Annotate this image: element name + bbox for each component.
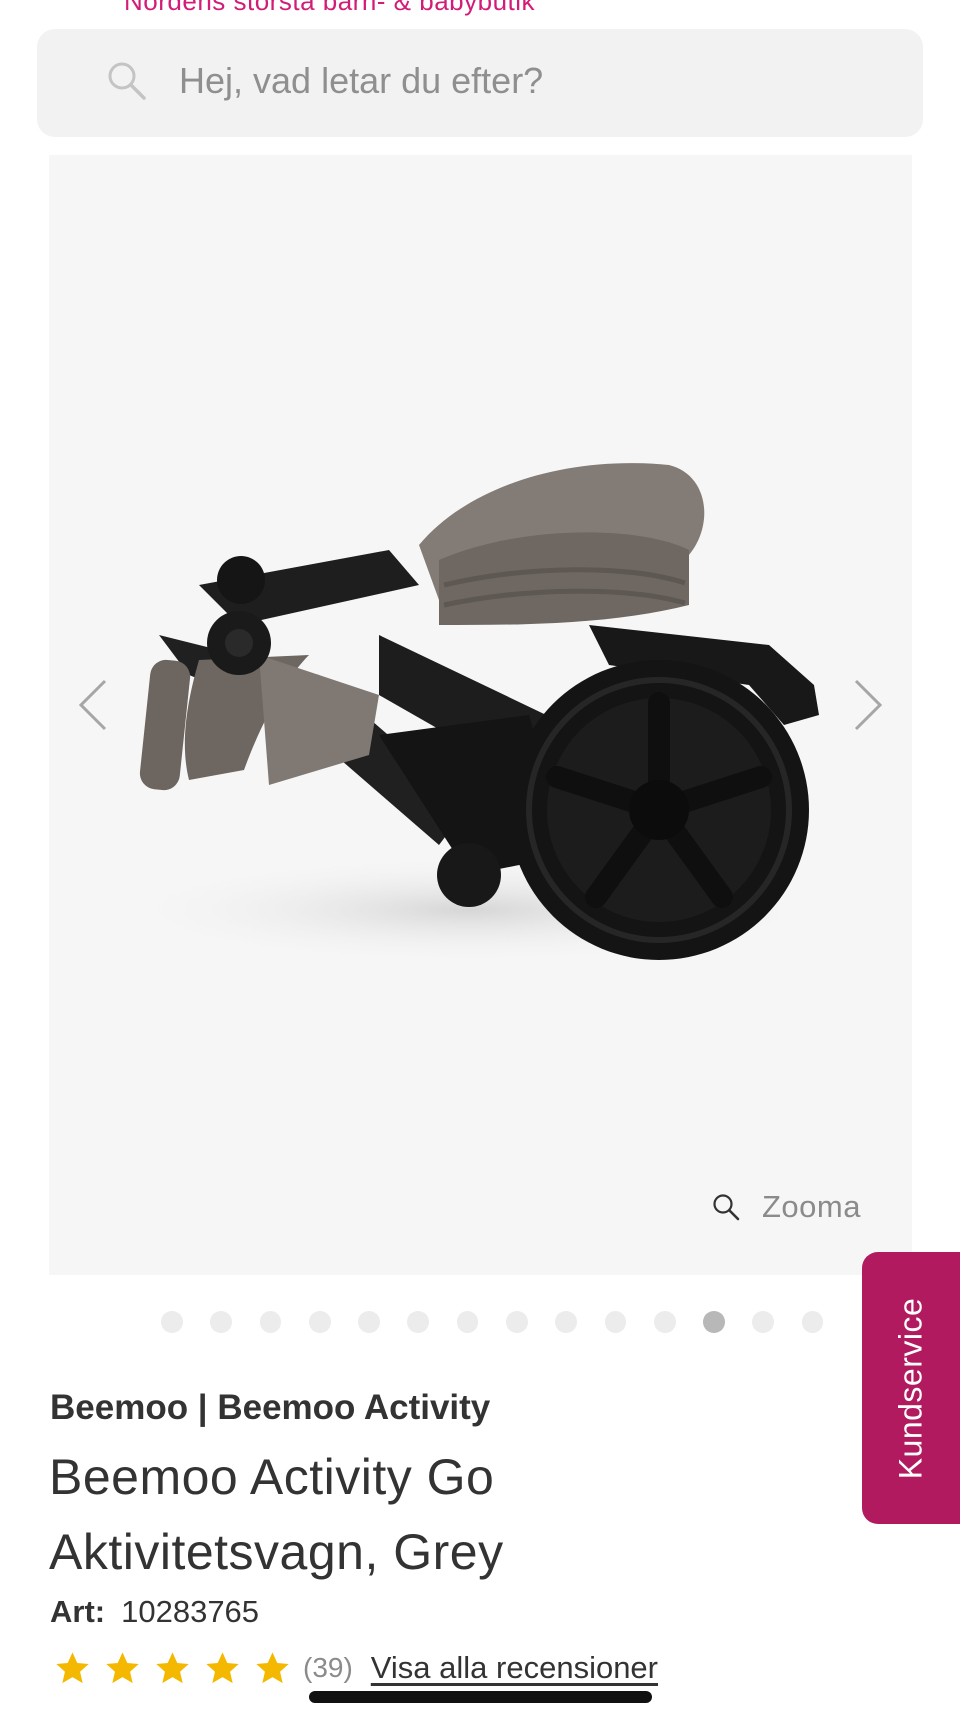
star-icon [56, 1651, 89, 1683]
article-number-value: 10283765 [121, 1594, 260, 1629]
product-image [109, 463, 829, 965]
carousel-dot[interactable] [604, 1311, 627, 1333]
star-icon [106, 1651, 139, 1683]
product-brand[interactable]: Beemoo | Beemoo Activity [50, 1388, 490, 1428]
carousel-dot[interactable] [555, 1311, 577, 1333]
product-image-gallery[interactable] [49, 155, 912, 1275]
carousel-pagination [161, 1311, 824, 1333]
carousel-dot[interactable] [259, 1311, 282, 1333]
article-number: Art: 10283765 [50, 1594, 259, 1630]
product-rating: (39) Visa alla recensioner [54, 1644, 658, 1692]
store-tagline: Nordens största barn- & babybutik [124, 0, 536, 16]
search-icon [108, 62, 146, 100]
carousel-dot[interactable] [210, 1311, 232, 1333]
carousel-dot[interactable] [752, 1311, 775, 1333]
search-bar[interactable] [37, 29, 923, 137]
chevron-left-icon[interactable] [73, 675, 113, 735]
search-input[interactable] [179, 51, 879, 111]
star-icon [256, 1651, 289, 1683]
zoom-label: Zooma [762, 1189, 861, 1224]
home-indicator [309, 1691, 652, 1703]
review-count: (39) [303, 1652, 353, 1683]
show-all-reviews-link[interactable]: Visa alla recensioner [371, 1650, 658, 1686]
carousel-dot[interactable] [407, 1311, 430, 1333]
article-number-label: Art: [50, 1594, 106, 1629]
zoom-button[interactable]: Zooma [712, 1182, 861, 1232]
customer-service-label: Kundservice [892, 1297, 929, 1479]
star-icon [156, 1651, 189, 1683]
rating-stars [54, 1650, 291, 1687]
product-title: Beemoo Activity Go Aktivitetsvagn, Grey [49, 1449, 504, 1580]
customer-service-tab[interactable]: Kundservice [862, 1252, 960, 1524]
carousel-dot[interactable] [308, 1311, 331, 1333]
chevron-right-icon[interactable] [848, 675, 888, 735]
magnifier-icon [713, 1194, 740, 1221]
star-icon [206, 1651, 239, 1683]
carousel-dot[interactable] [653, 1311, 676, 1333]
carousel-dot[interactable] [505, 1311, 528, 1333]
carousel-dot[interactable] [801, 1311, 824, 1333]
carousel-dot[interactable] [161, 1311, 183, 1333]
carousel-dot[interactable] [456, 1311, 479, 1333]
carousel-dot[interactable] [358, 1311, 380, 1333]
carousel-dot-active[interactable] [703, 1311, 725, 1333]
